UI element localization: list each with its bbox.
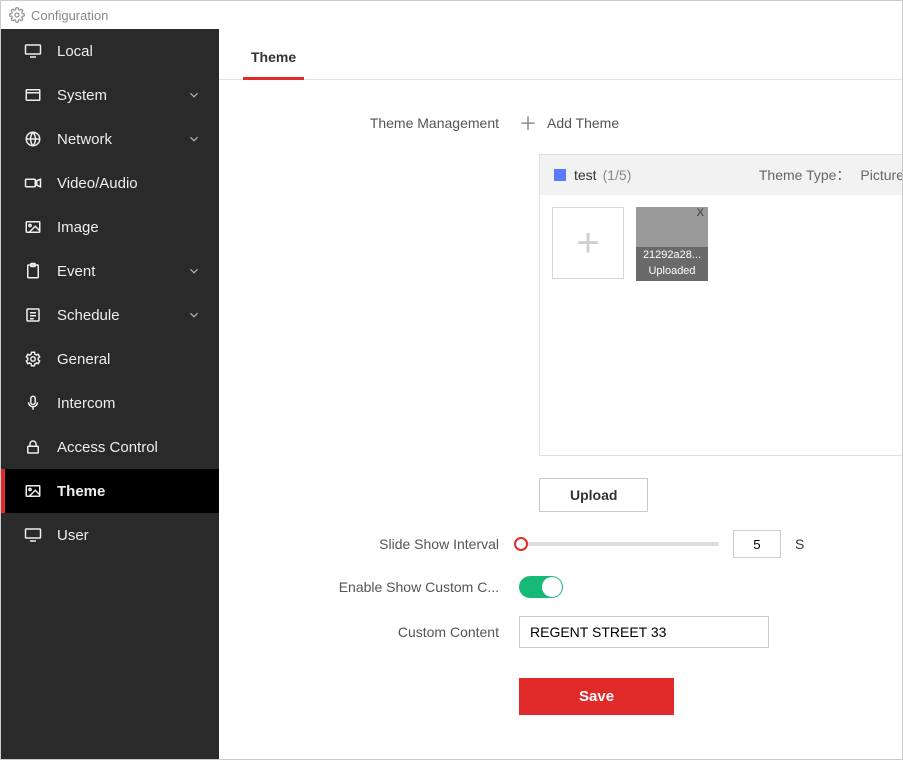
add-file-tile[interactable]: + bbox=[552, 207, 624, 279]
custom-content-label: Custom Content bbox=[239, 624, 519, 640]
theme-type-value: Picture bbox=[860, 167, 902, 183]
window-title: Configuration bbox=[31, 8, 108, 23]
toggle-knob bbox=[542, 577, 562, 597]
sidebar-item-label: Access Control bbox=[57, 439, 158, 456]
chevron-down-icon bbox=[187, 264, 201, 278]
sidebar-item-label: Schedule bbox=[57, 307, 120, 324]
video-icon bbox=[23, 173, 43, 193]
interval-slider[interactable] bbox=[519, 542, 719, 546]
lock-icon bbox=[23, 437, 43, 457]
theme-panel: test (1/5) Theme Type： Picture + bbox=[539, 154, 902, 456]
window-titlebar: Configuration bbox=[1, 1, 902, 29]
theme-count: (1/5) bbox=[603, 167, 632, 183]
sidebar-item-label: Event bbox=[57, 263, 95, 280]
window-icon bbox=[23, 85, 43, 105]
chevron-down-icon bbox=[187, 132, 201, 146]
file-name: 21292a28... bbox=[636, 247, 708, 263]
sidebar-item-label: General bbox=[57, 351, 110, 368]
sidebar-item-theme[interactable]: Theme bbox=[1, 469, 219, 513]
monitor-icon bbox=[23, 525, 43, 545]
list-icon bbox=[23, 305, 43, 325]
sidebar-item-label: Image bbox=[57, 219, 99, 236]
theme-name: test bbox=[574, 167, 597, 183]
sidebar-item-video-audio[interactable]: Video/Audio bbox=[1, 161, 219, 205]
chevron-down-icon bbox=[187, 308, 201, 322]
clipboard-icon bbox=[23, 261, 43, 281]
sidebar-item-general[interactable]: General bbox=[1, 337, 219, 381]
sidebar-item-user[interactable]: User bbox=[1, 513, 219, 557]
main-content: Theme Theme Management ＋ Add Theme test … bbox=[219, 29, 902, 759]
sidebar-item-schedule[interactable]: Schedule bbox=[1, 293, 219, 337]
custom-content-input[interactable] bbox=[519, 616, 769, 648]
enable-custom-toggle[interactable] bbox=[519, 576, 563, 598]
sidebar-item-image[interactable]: Image bbox=[1, 205, 219, 249]
chevron-down-icon bbox=[187, 88, 201, 102]
theme-management-label: Theme Management bbox=[239, 115, 519, 131]
remove-file-icon[interactable]: X bbox=[697, 207, 704, 219]
sidebar-item-label: User bbox=[57, 527, 89, 544]
slide-show-interval-label: Slide Show Interval bbox=[239, 536, 519, 552]
sidebar-item-intercom[interactable]: Intercom bbox=[1, 381, 219, 425]
sidebar-item-label: Network bbox=[57, 131, 112, 148]
sidebar-item-event[interactable]: Event bbox=[1, 249, 219, 293]
monitor-icon bbox=[23, 41, 43, 61]
upload-button[interactable]: Upload bbox=[539, 478, 648, 512]
seconds-suffix: S bbox=[795, 536, 804, 552]
add-theme-label: Add Theme bbox=[547, 115, 619, 131]
sidebar-item-network[interactable]: Network bbox=[1, 117, 219, 161]
interval-input[interactable] bbox=[733, 530, 781, 558]
image-icon bbox=[23, 217, 43, 237]
microphone-icon bbox=[23, 393, 43, 413]
theme-panel-header: test (1/5) Theme Type： Picture bbox=[540, 155, 902, 195]
enable-custom-label: Enable Show Custom C... bbox=[239, 579, 519, 595]
file-thumbnail: X bbox=[636, 207, 708, 247]
slider-knob[interactable] bbox=[514, 537, 528, 551]
sidebar: Local System Network Video/Audio bbox=[1, 29, 219, 759]
tab-theme[interactable]: Theme bbox=[243, 39, 304, 80]
sidebar-item-local[interactable]: Local bbox=[1, 29, 219, 73]
sidebar-item-label: System bbox=[57, 87, 107, 104]
sidebar-item-label: Local bbox=[57, 43, 93, 60]
image-icon bbox=[23, 481, 43, 501]
theme-color-swatch bbox=[554, 169, 566, 181]
globe-icon bbox=[23, 129, 43, 149]
gear-icon bbox=[9, 7, 25, 23]
add-theme-button[interactable]: ＋ Add Theme bbox=[519, 110, 619, 136]
plus-icon: ＋ bbox=[519, 110, 537, 136]
file-status: Uploaded bbox=[636, 263, 708, 281]
sidebar-item-access-control[interactable]: Access Control bbox=[1, 425, 219, 469]
gear-icon bbox=[23, 349, 43, 369]
sidebar-item-label: Intercom bbox=[57, 395, 115, 412]
save-button[interactable]: Save bbox=[519, 678, 674, 715]
file-tile[interactable]: X 21292a28... Uploaded bbox=[636, 207, 708, 281]
sidebar-item-label: Video/Audio bbox=[57, 175, 138, 192]
theme-type-label: Theme Type： bbox=[759, 165, 851, 185]
sidebar-item-system[interactable]: System bbox=[1, 73, 219, 117]
sidebar-item-label: Theme bbox=[57, 483, 105, 500]
tab-bar: Theme bbox=[219, 39, 902, 80]
